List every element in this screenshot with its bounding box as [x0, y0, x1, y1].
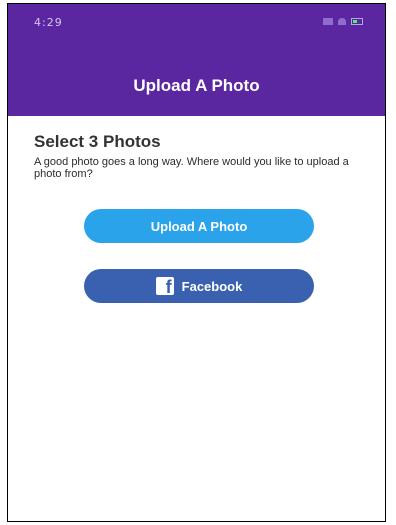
- page-title: Upload A Photo: [133, 76, 260, 95]
- facebook-button[interactable]: f Facebook: [84, 269, 314, 303]
- phone-screen: 4:29 Upload A Photo Select 3 Photos A go…: [7, 3, 386, 522]
- wifi-icon: [338, 18, 346, 25]
- section-title: Select 3 Photos: [34, 132, 161, 151]
- status-time: 4:29: [34, 16, 63, 29]
- signal-icon: [323, 18, 333, 25]
- battery-icon: [351, 18, 363, 25]
- upload-photo-button-label: Upload A Photo: [150, 218, 248, 234]
- app-header: 4:29 Upload A Photo: [8, 4, 385, 116]
- status-icons: [323, 18, 363, 25]
- upload-photo-button[interactable]: Upload A Photo: [84, 209, 314, 243]
- battery-level: [353, 20, 357, 23]
- section-description: A good photo goes a long way. Where woul…: [34, 156, 349, 180]
- facebook-button-label: Facebook: [181, 278, 243, 294]
- upload-section: Select 3 Photos A good photo goes a long…: [34, 132, 364, 180]
- status-bar: 4:29: [8, 4, 385, 38]
- facebook-icon: f: [155, 277, 174, 295]
